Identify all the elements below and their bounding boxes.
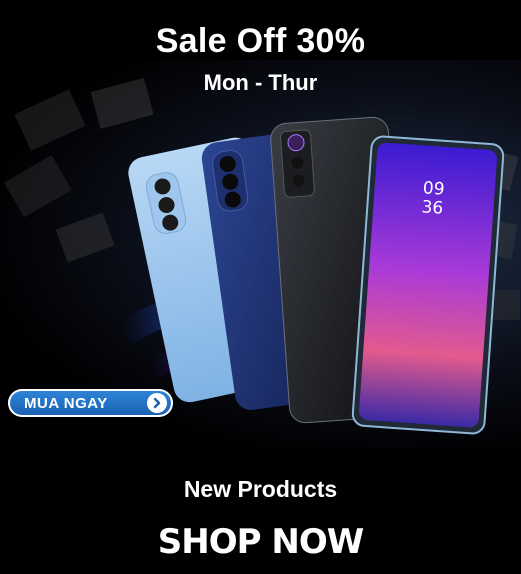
promo-banner: 09 36 Sale Off 30% Mon - Thur MUA NGAY N…: [0, 0, 521, 574]
shop-now-link[interactable]: SHOP NOW: [0, 522, 521, 562]
clock-minute: 36: [420, 197, 444, 219]
sale-headline: Sale Off 30%: [155, 22, 366, 60]
buy-now-button[interactable]: MUA NGAY: [8, 389, 173, 417]
clock-hour: 09: [422, 178, 446, 200]
sale-days: Mon - Thur: [203, 70, 318, 95]
new-products-label: New Products: [183, 476, 338, 502]
buy-now-label: MUA NGAY: [24, 394, 108, 412]
chevron-right-icon: [147, 393, 167, 413]
phone-clock: 09 36: [414, 178, 453, 219]
